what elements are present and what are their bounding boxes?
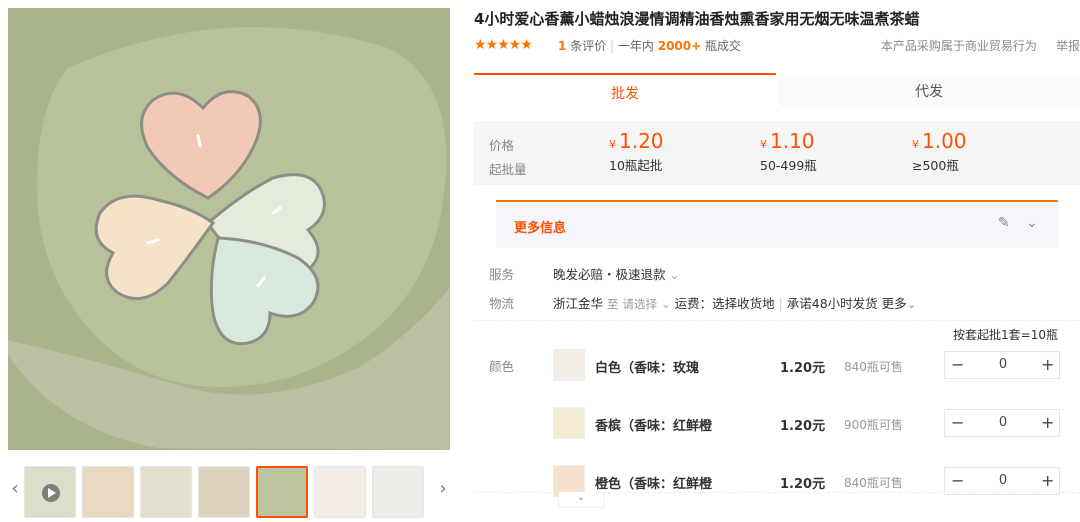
sku-price: 1.20元	[780, 361, 826, 376]
thumbnail-image-active[interactable]	[256, 466, 308, 518]
thumbnail-strip: ‹ ›	[8, 462, 450, 522]
quantity-input[interactable]: 0	[995, 473, 1011, 488]
next-arrow-icon[interactable]: ›	[436, 478, 450, 499]
service-label: 服务	[489, 267, 515, 282]
price-label: 价格	[489, 138, 515, 153]
review-count[interactable]: 1	[558, 39, 566, 53]
more-info-label: 更多信息	[514, 221, 567, 236]
destination-select[interactable]: 请选择	[622, 297, 657, 311]
sold-count: 2000+	[657, 39, 702, 53]
quantity-stepper: − 0 +	[944, 409, 1060, 437]
quantity-stepper: − 0 +	[944, 467, 1060, 495]
sku-row: 香槟（香味：红鲜橙 1.20元 900瓶可售 − 0 +	[474, 401, 1080, 453]
plus-icon[interactable]: +	[1041, 413, 1054, 432]
price-tier: ¥1.00 ≥500瓶	[912, 129, 967, 173]
product-info-panel: 4小时爱心香薰小蜡烛浪漫情调精油香烛熏香家用无烟无味温煮茶蜡 ★★★★★ 1 条…	[474, 0, 1080, 519]
minus-icon[interactable]: −	[951, 471, 964, 490]
quantity-input[interactable]: 0	[995, 357, 1011, 372]
divider	[474, 320, 1080, 321]
minus-icon[interactable]: −	[951, 355, 964, 374]
moq-label: 起批量	[489, 162, 527, 177]
chevron-down-icon[interactable]: ⌄	[1026, 215, 1038, 231]
origin-city: 浙江金华	[553, 296, 604, 311]
quantity-input[interactable]: 0	[995, 415, 1011, 430]
tier-quantity: 50-499瓶	[760, 158, 817, 173]
plus-icon[interactable]: +	[1041, 355, 1054, 374]
sku-thumbnail[interactable]	[553, 349, 585, 381]
tier-price: 1.00	[922, 129, 967, 153]
more-info-panel[interactable]: 更多信息 ✎ ⌄	[496, 200, 1058, 248]
freight-text[interactable]: 运费：选择收货地	[675, 296, 775, 311]
thumbnail-image[interactable]	[82, 466, 134, 518]
sku-name: 香槟（香味：红鲜橙	[595, 419, 713, 434]
report-link[interactable]: 举报	[1056, 39, 1080, 53]
candle-photo	[8, 8, 450, 450]
chevron-down-icon[interactable]: ⌄	[670, 268, 680, 282]
sold-suffix: 瓶成交	[705, 39, 742, 53]
edit-icon[interactable]: ✎	[998, 215, 1010, 231]
sku-price: 1.20元	[780, 477, 826, 492]
plus-icon[interactable]: +	[1041, 471, 1054, 490]
sold-prefix: 一年内	[617, 39, 654, 53]
tab-wholesale[interactable]: 批发	[474, 73, 776, 111]
quantity-stepper: − 0 +	[944, 351, 1060, 379]
sku-stock: 840瓶可售	[844, 360, 903, 374]
sku-name: 白色（香味：玫瑰	[595, 361, 700, 376]
thumbnail-image[interactable]	[314, 466, 366, 518]
thumbnail-image[interactable]	[372, 466, 424, 518]
price-tier: ¥1.20 10瓶起批	[609, 129, 664, 173]
thumbnail-image[interactable]	[140, 466, 192, 518]
rating-stars-icon: ★★★★★	[474, 37, 533, 53]
chevron-down-icon: ⌄	[576, 492, 586, 503]
thumbnail-image[interactable]	[198, 466, 250, 518]
purchase-tabs: 批发 代发	[474, 73, 1080, 111]
price-tiers: 价格 起批量 ¥1.20 10瓶起批 ¥1.10 50-499瓶 ¥1.00 ≥…	[474, 121, 1080, 185]
play-icon	[42, 484, 60, 502]
price-tier: ¥1.10 50-499瓶	[760, 129, 817, 173]
chevron-down-icon[interactable]: ⌄	[661, 297, 671, 311]
thumbnail-video[interactable]	[24, 466, 76, 518]
sku-stock: 840瓶可售	[844, 476, 903, 490]
logistics-label: 物流	[489, 296, 515, 311]
sku-name: 橙色（香味：红鲜橙	[595, 477, 713, 492]
main-product-image[interactable]	[8, 8, 450, 450]
expand-skus-toggle[interactable]: ⌄	[558, 492, 604, 508]
sku-price: 1.20元	[780, 419, 826, 434]
sku-stock: 900瓶可售	[844, 418, 903, 432]
tier-price: 1.20	[619, 129, 664, 153]
sku-row: 白色（香味：玫瑰 1.20元 840瓶可售 − 0 +	[474, 343, 1080, 395]
set-note: 按套起批1套=10瓶	[953, 328, 1058, 342]
chevron-down-icon[interactable]: ⌄	[907, 297, 917, 311]
review-label[interactable]: 条评价	[570, 39, 606, 53]
shipping-promise: 承诺48小时发货	[786, 296, 878, 311]
minus-icon[interactable]: −	[951, 413, 964, 432]
service-value[interactable]: 晚发必赔・极速退款	[553, 267, 666, 282]
tab-dropship[interactable]: 代发	[778, 73, 1080, 111]
sku-thumbnail[interactable]	[553, 407, 585, 439]
product-title: 4小时爱心香薰小蜡烛浪漫情调精油香烛熏香家用无烟无味温煮茶蜡	[474, 10, 920, 28]
product-meta: ★★★★★ 1 条评价 | 一年内 2000+ 瓶成交 本产品采购属于商业贸易行…	[474, 37, 1080, 53]
tier-quantity: ≥500瓶	[912, 158, 959, 173]
more-shipping-link[interactable]: 更多	[882, 296, 907, 311]
tier-quantity: 10瓶起批	[609, 158, 663, 173]
purchase-note: 本产品采购属于商业贸易行为	[880, 39, 1037, 53]
tier-price: 1.10	[770, 129, 815, 153]
prev-arrow-icon[interactable]: ‹	[8, 478, 22, 499]
